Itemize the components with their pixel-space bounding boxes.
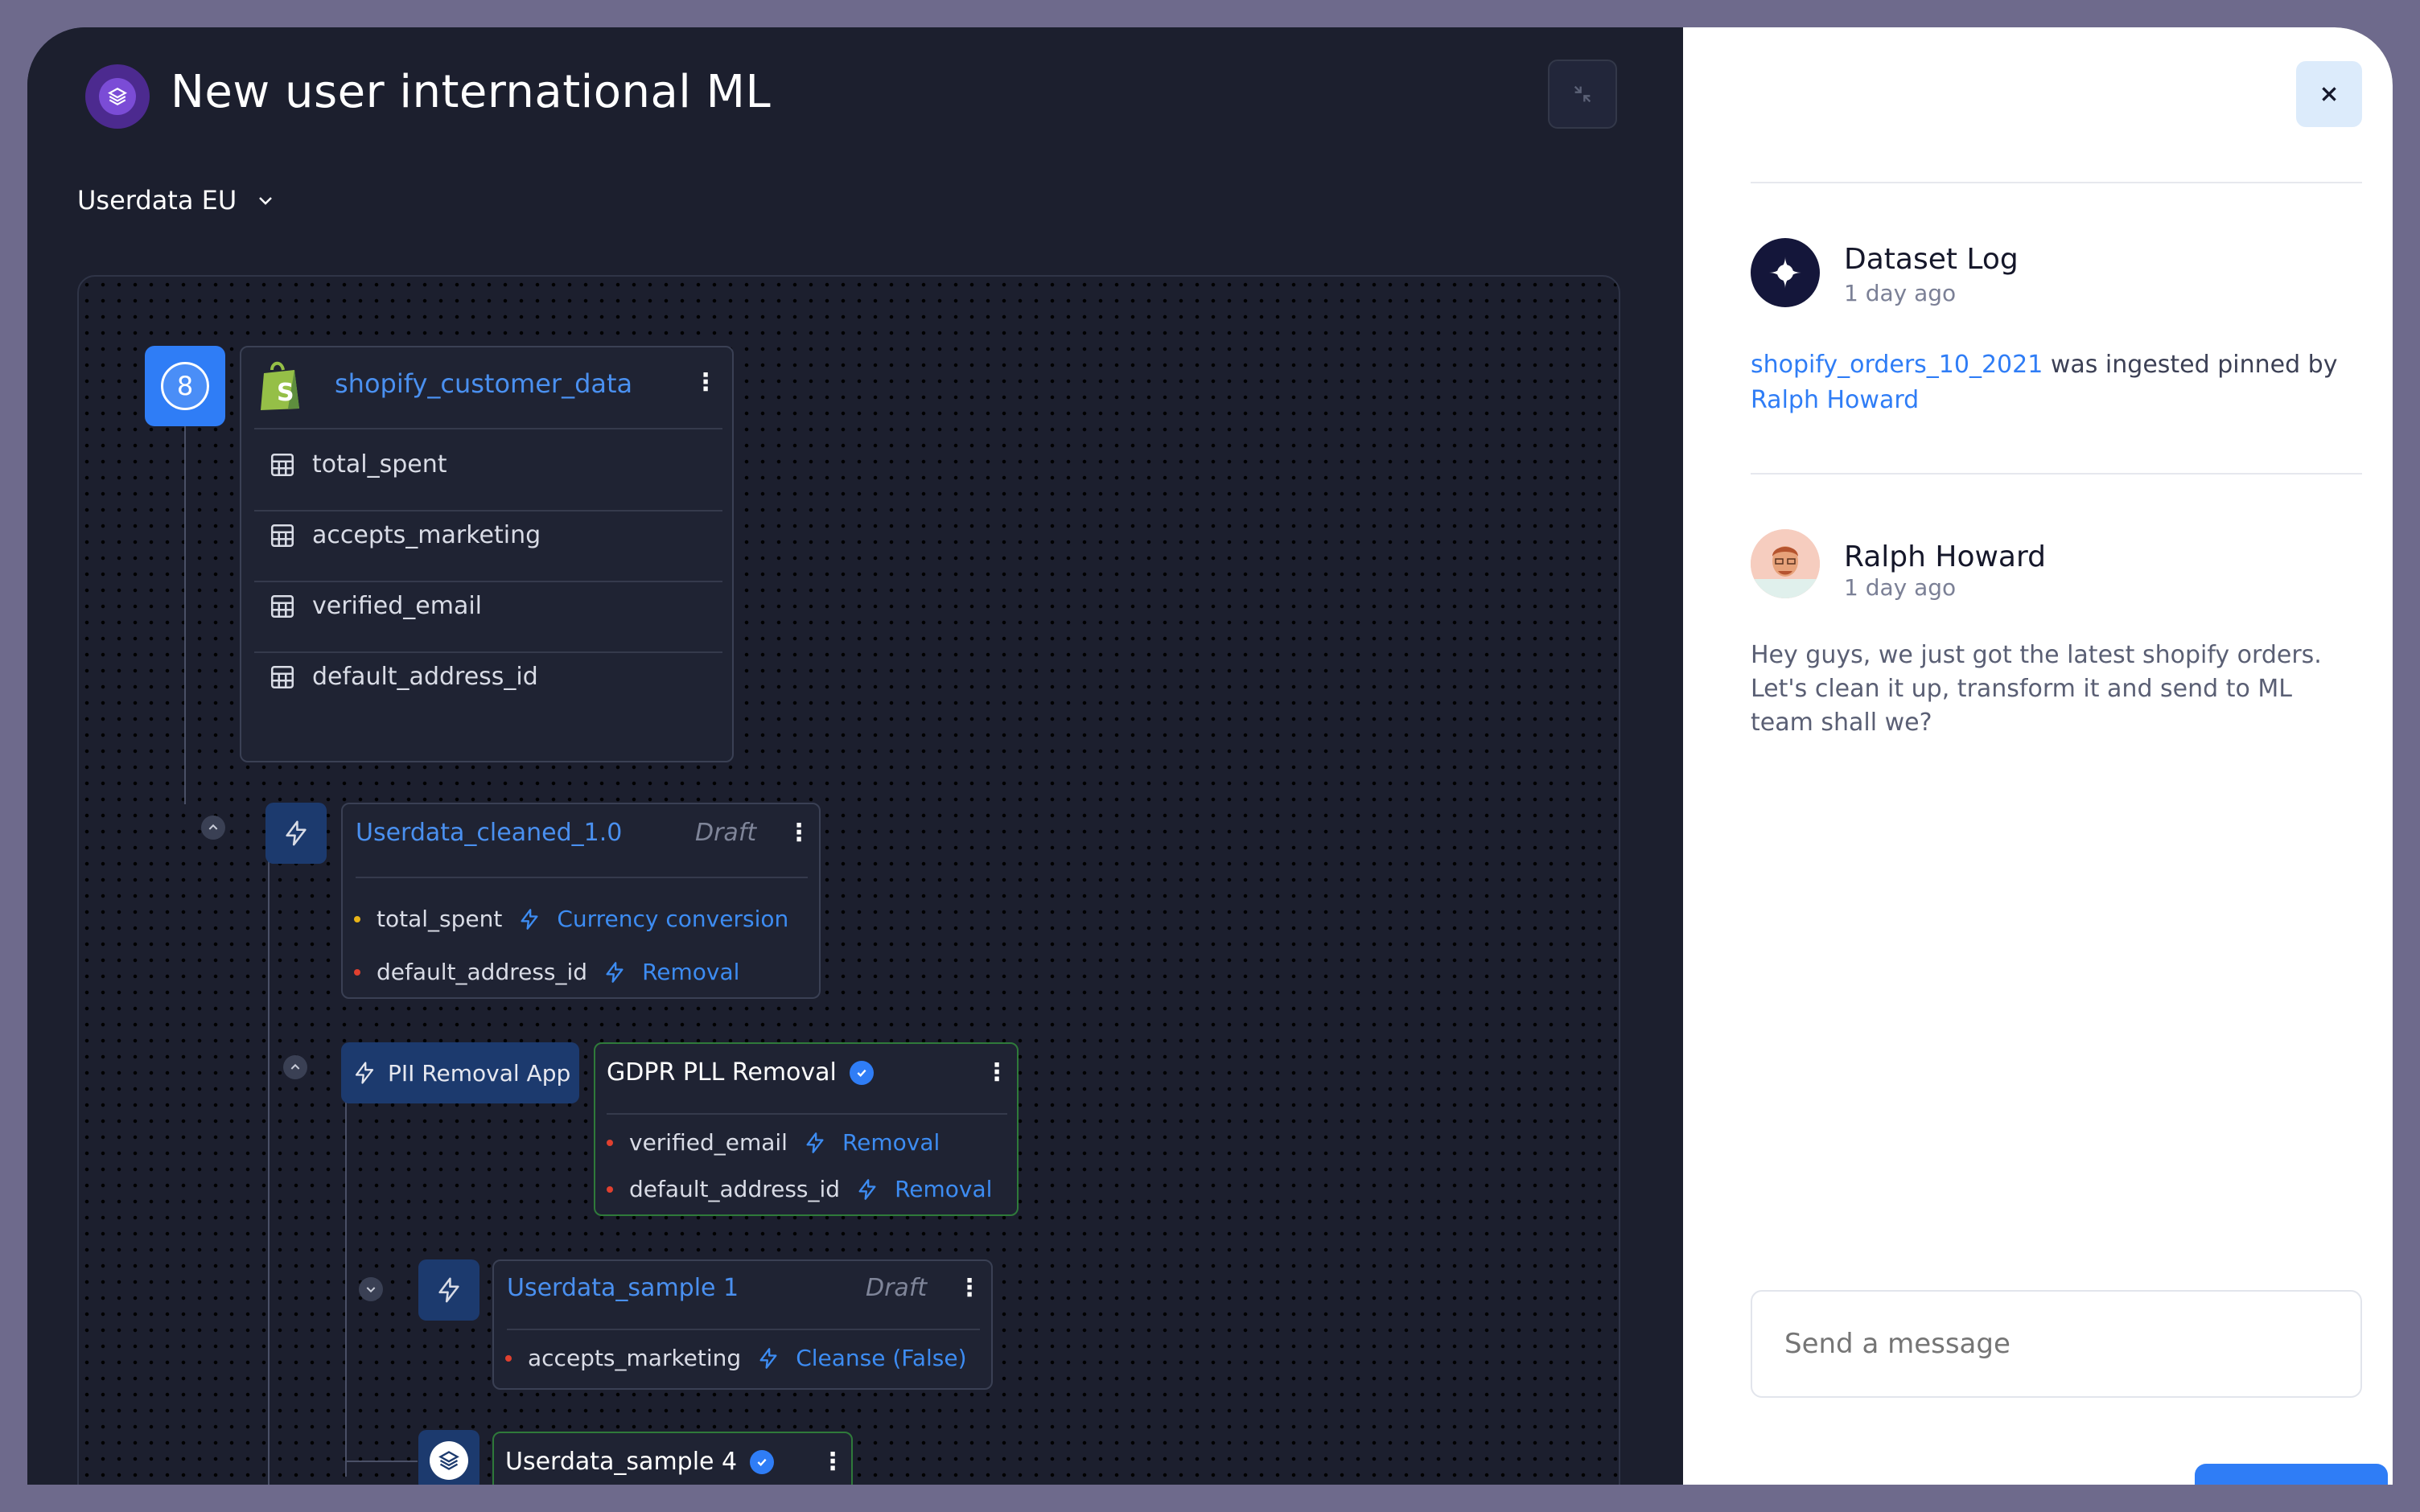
cleaned-dataset-card[interactable]: Userdata_cleaned_1.0 Draft ⋮ total_spent… — [341, 803, 821, 999]
app-window: New user international ML Userdata EU 8 — [27, 27, 2393, 1485]
rule-field: total_spent — [377, 906, 503, 932]
status-dot — [505, 1354, 512, 1362]
bolt-icon — [355, 1062, 374, 1084]
rule-action[interactable]: Removal — [895, 1176, 992, 1202]
message-author: Ralph Howard — [1844, 540, 2047, 573]
transform-node-button[interactable] — [265, 803, 327, 864]
field-label: total_spent — [312, 450, 447, 479]
rule-action[interactable]: Removal — [642, 959, 739, 985]
dataset-node-button[interactable] — [418, 1430, 479, 1485]
rule-action[interactable]: Removal — [842, 1129, 940, 1156]
cleaned-dataset-name[interactable]: Userdata_cleaned_1.0 — [356, 819, 622, 847]
rule-row: total_spent Currency conversion — [354, 906, 788, 932]
table-icon — [270, 453, 294, 476]
rule-row: accepts_marketing Cleanse (False) — [505, 1345, 967, 1371]
log-title: Dataset Log — [1844, 243, 2019, 276]
chevron-down-icon — [366, 1287, 376, 1293]
status-draft: Draft — [866, 1274, 928, 1302]
field-label: accepts_marketing — [312, 521, 541, 549]
rule-field: accepts_marketing — [528, 1345, 742, 1371]
shopify-icon: S — [261, 361, 299, 410]
status-dot — [607, 1185, 613, 1193]
activity-panel: Dataset Log 1 day ago shopify_orders_10_… — [1683, 27, 2393, 1485]
sample4-menu-icon[interactable]: ⋮ — [821, 1448, 845, 1476]
field-row: default_address_id — [269, 663, 538, 691]
sample1-dataset-card[interactable]: Userdata_sample 1 Draft ⋮ accepts_market… — [492, 1259, 993, 1390]
log-time: 1 day ago — [1844, 280, 1957, 306]
bolt-icon — [858, 1178, 876, 1200]
status-draft: Draft — [695, 819, 757, 847]
expand-toggle[interactable] — [359, 1277, 383, 1301]
rule-field: default_address_id — [629, 1176, 841, 1202]
sample1-dataset-name[interactable]: Userdata_sample 1 — [507, 1274, 739, 1302]
rule-field: default_address_id — [377, 959, 588, 985]
collapse-toggle[interactable] — [283, 1055, 307, 1079]
gdpr-card-title[interactable]: GDPR PLL Removal — [607, 1058, 837, 1087]
bolt-icon — [806, 1132, 824, 1153]
verified-check-icon — [750, 1449, 775, 1474]
pipeline-panel: New user international ML Userdata EU 8 — [27, 27, 1683, 1485]
status-dot — [354, 915, 360, 922]
user-link[interactable]: Ralph Howard — [1751, 386, 1919, 414]
chevron-up-icon — [208, 824, 218, 830]
svg-text:S: S — [277, 379, 294, 407]
transform-node-button[interactable] — [418, 1259, 479, 1321]
table-icon — [270, 665, 294, 688]
status-dot — [607, 1139, 613, 1146]
dataset-link[interactable]: shopify_orders_10_2021 — [1751, 351, 2043, 379]
pipeline-canvas[interactable]: 8 S shopify_customer_data ⋮ total_spent … — [77, 275, 1620, 1485]
send-button[interactable] — [2195, 1464, 2388, 1485]
field-label: verified_email — [312, 592, 483, 620]
sample4-dataset-card[interactable]: Userdata_sample 4 ⋮ — [492, 1432, 853, 1485]
dataset-log-icon — [1769, 257, 1801, 289]
rule-action[interactable]: Cleanse (False) — [796, 1345, 966, 1371]
pii-app-label: PII Removal App — [388, 1059, 571, 1087]
connector-line — [184, 426, 186, 804]
sample1-menu-icon[interactable]: ⋮ — [957, 1274, 982, 1302]
close-icon — [2322, 87, 2336, 101]
gdpr-removal-card[interactable]: GDPR PLL Removal ⋮ verified_email Remova… — [594, 1042, 1019, 1216]
rule-field: verified_email — [629, 1129, 788, 1156]
message-text: Hey guys, we just got the latest shopify… — [1751, 641, 2322, 737]
source-dataset-name[interactable]: shopify_customer_data — [335, 368, 632, 399]
message-input[interactable] — [1751, 1290, 2362, 1398]
close-button[interactable] — [2296, 61, 2362, 127]
gdpr-menu-icon[interactable]: ⋮ — [985, 1058, 1009, 1087]
pii-removal-app-button[interactable]: PII Removal App — [341, 1042, 579, 1103]
connector-line — [345, 1461, 418, 1462]
table-icon — [270, 594, 294, 618]
chevron-up-icon — [290, 1063, 300, 1070]
verified-check-icon — [849, 1060, 874, 1085]
layers-icon — [430, 1441, 468, 1480]
log-message: shopify_orders_10_2021 was ingested pinn… — [1751, 351, 2338, 414]
dataset-log-avatar — [1751, 238, 1820, 307]
rule-row: verified_email Removal — [607, 1129, 940, 1156]
source-count-badge[interactable]: 8 — [145, 346, 225, 426]
bolt-icon — [759, 1347, 777, 1369]
source-dataset-card[interactable]: S shopify_customer_data ⋮ total_spent ac… — [240, 346, 734, 762]
bolt-icon — [438, 1277, 459, 1303]
rule-row: default_address_id Removal — [354, 959, 739, 985]
message-time: 1 day ago — [1844, 574, 1957, 601]
field-row: accepts_marketing — [269, 521, 541, 549]
field-row: total_spent — [269, 450, 447, 479]
rule-action[interactable]: Currency conversion — [557, 906, 788, 932]
connector-line — [268, 861, 270, 1485]
field-label: default_address_id — [312, 663, 538, 691]
table-icon — [270, 524, 294, 547]
bolt-icon — [606, 961, 624, 983]
sample4-dataset-name[interactable]: Userdata_sample 4 — [505, 1448, 737, 1476]
source-menu-icon[interactable]: ⋮ — [693, 368, 718, 396]
bolt-icon — [521, 908, 538, 930]
status-dot — [354, 968, 360, 976]
bolt-icon — [286, 820, 307, 846]
collapse-toggle[interactable] — [201, 816, 225, 840]
field-row: verified_email — [269, 592, 482, 620]
connector-line — [345, 1099, 347, 1477]
divider — [1751, 182, 2362, 183]
cleaned-menu-icon[interactable]: ⋮ — [787, 819, 811, 847]
avatar[interactable] — [1751, 529, 1820, 598]
divider — [1751, 473, 2362, 475]
rule-row: default_address_id Removal — [607, 1176, 992, 1202]
